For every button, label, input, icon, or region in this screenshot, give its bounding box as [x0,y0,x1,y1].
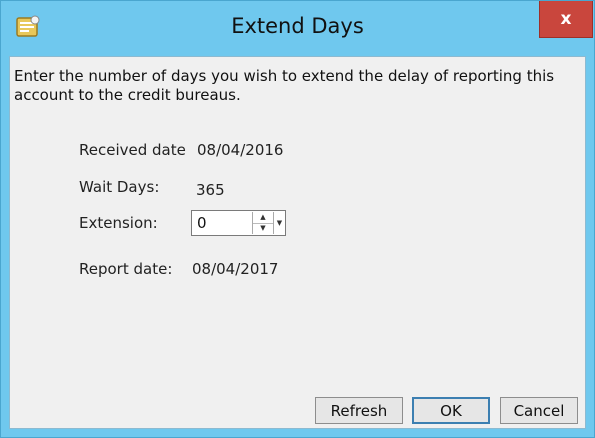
wait-days-value: 365 [196,181,225,199]
window-title: Extend Days [231,14,364,38]
decrement-arrow-icon[interactable]: ▼ [253,223,273,234]
received-date-label: Received date [79,141,186,159]
report-date-label: Report date: [79,260,173,278]
wait-days-label: Wait Days: [79,178,160,196]
dropdown-arrow-icon[interactable]: ▼ [273,212,285,234]
close-button[interactable]: x [539,1,593,38]
stepper-buttons: ▲ ▼ [252,212,273,234]
received-date-value: 08/04/2016 [196,141,284,159]
instructions-text: Enter the number of days you wish to ext… [14,67,555,104]
cancel-button[interactable]: Cancel [500,397,578,424]
dialog-body: Enter the number of days you wish to ext… [9,56,586,429]
title-bar[interactable]: Extend Days x [1,1,594,56]
refresh-button[interactable]: Refresh [315,397,403,424]
close-icon: x [560,9,572,29]
ok-button[interactable]: OK [412,397,490,424]
extend-days-window: Extend Days x Enter the number of days y… [0,0,595,438]
report-date-value: 08/04/2017 [192,260,279,278]
extension-stepper[interactable]: 0 ▲ ▼ ▼ [191,210,286,236]
extension-label: Extension: [79,214,158,232]
extension-input[interactable]: 0 [197,214,207,232]
